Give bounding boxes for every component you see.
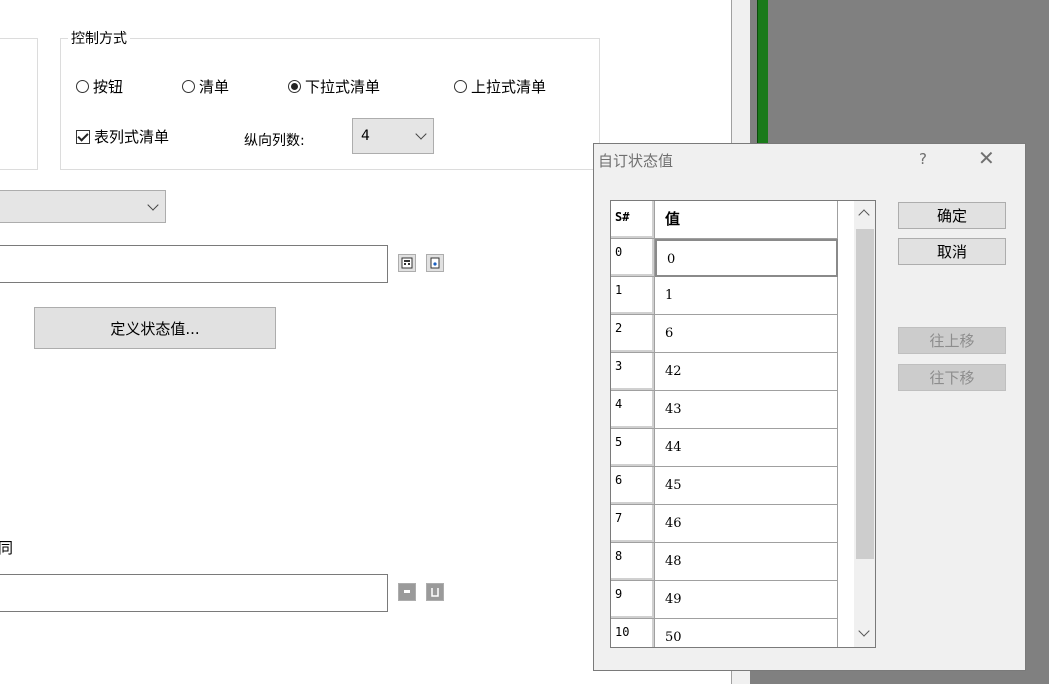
vertical-scrollbar[interactable] [854,201,875,647]
green-status-bar [757,0,768,160]
columns-select[interactable]: 4 [352,118,434,154]
row-index: 8 [611,543,655,581]
bracket-icon [431,588,439,597]
table-row[interactable]: 2 6 [611,315,839,353]
table-row[interactable]: 8 48 [611,543,839,581]
row-index: 4 [611,391,655,429]
cancel-button[interactable]: 取消 [898,238,1006,265]
table-row[interactable]: 3 42 [611,353,839,391]
table-row[interactable]: 7 46 [611,505,839,543]
radio-dropdown-list-mode[interactable]: 下拉式清单 [288,76,380,97]
checkbox-checked-icon [76,129,90,144]
control-mode-legend: 控制方式 [68,28,130,48]
radio-icon [182,80,195,93]
states-grid[interactable]: S# 值 0 0 1 1 2 6 3 42 4 43 5 44 6 45 7 4… [610,200,876,648]
help-icon[interactable]: ? [919,150,927,168]
row-index: 6 [611,467,655,505]
row-index: 10 [611,619,655,647]
minus-icon [404,590,410,593]
row-index: 9 [611,581,655,619]
row-index: 0 [611,239,655,277]
radio-icon [454,80,467,93]
row-index: 7 [611,505,655,543]
lock-icon [430,257,440,269]
bracket-button[interactable] [426,583,444,601]
value-cell[interactable]: 1 [655,277,838,315]
row-index: 5 [611,429,655,467]
grid-header-row: S# 值 [611,201,839,239]
value-cell[interactable]: 43 [655,391,838,429]
row-index: 1 [611,277,655,315]
calculator-button[interactable] [398,254,416,272]
table-row[interactable]: 9 49 [611,581,839,619]
value-cell[interactable]: 44 [655,429,838,467]
value-cell[interactable]: 45 [655,467,838,505]
value-cell[interactable]: 48 [655,543,838,581]
partial-dropdown[interactable] [0,190,166,223]
calculator-icon [401,257,413,269]
table-row[interactable]: 6 45 [611,467,839,505]
control-mode-group [60,38,600,170]
value-cell[interactable]: 50 [655,619,838,647]
table-row[interactable]: 10 50 [611,619,839,647]
value-cell[interactable]: 0 [655,239,838,277]
tabular-list-checkbox[interactable]: 表列式清单 [76,126,169,147]
table-row[interactable]: 4 43 [611,391,839,429]
chevron-down-icon[interactable] [858,625,870,637]
column-header-value: 值 [655,201,838,239]
address-field[interactable] [0,574,388,612]
ok-button[interactable]: 确定 [898,202,1006,229]
radio-list-mode[interactable]: 清单 [182,76,229,97]
value-cell[interactable]: 6 [655,315,838,353]
expression-field[interactable] [0,245,388,283]
row-index: 3 [611,353,655,391]
radio-icon [76,80,89,93]
radio-checked-icon [288,80,301,93]
move-down-button[interactable]: 往下移 [898,364,1006,391]
left-groupbox [0,38,38,170]
scrollbar-thumb[interactable] [856,229,874,559]
table-row[interactable]: 5 44 [611,429,839,467]
value-cell[interactable]: 46 [655,505,838,543]
move-up-button[interactable]: 往上移 [898,327,1006,354]
row-index: 2 [611,315,655,353]
radio-button-mode[interactable]: 按钮 [76,76,123,97]
define-states-button[interactable]: 定义状态值... [34,307,276,349]
partial-label: 同 [0,539,14,557]
value-cell[interactable]: 49 [655,581,838,619]
table-row[interactable]: 0 0 [611,239,839,277]
radio-popup-list-mode[interactable]: 上拉式清单 [454,76,546,97]
minus-button[interactable] [398,583,416,601]
chevron-down-icon [415,128,427,140]
columns-label: 纵向列数: [244,133,305,149]
column-header-index: S# [611,201,655,239]
custom-states-dialog: 自订状态值 ? ✕ S# 值 0 0 1 1 2 6 3 42 4 43 5 4… [593,143,1026,671]
chevron-up-icon[interactable] [858,209,870,221]
lock-button[interactable] [426,254,444,272]
close-icon[interactable]: ✕ [978,146,995,170]
value-cell[interactable]: 42 [655,353,838,391]
table-row[interactable]: 1 1 [611,277,839,315]
dialog-title: 自订状态值 [598,152,674,170]
chevron-down-icon [147,198,159,211]
